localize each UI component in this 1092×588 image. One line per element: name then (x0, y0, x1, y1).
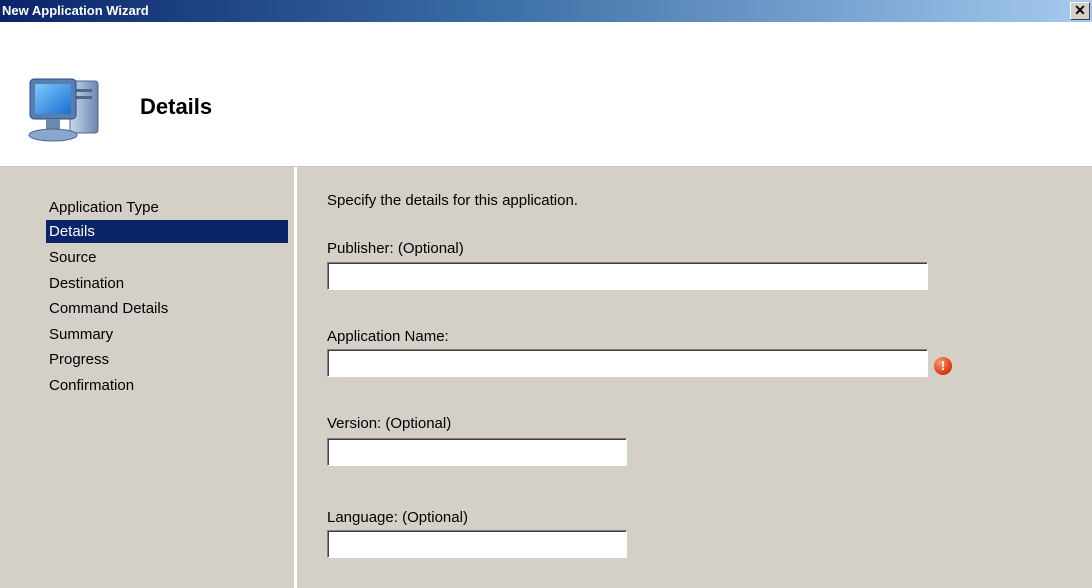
window-title: New Application Wizard (2, 3, 149, 18)
wizard-header: Details (0, 22, 1092, 167)
title-bar: New Application Wizard ✕ (0, 0, 1092, 22)
wizard-steps: Application Type Details Source Destinat… (10, 167, 297, 588)
step-application-type[interactable]: Application Type (46, 196, 288, 219)
computer-icon (28, 78, 99, 142)
version-label: Version: (Optional) (327, 415, 452, 432)
step-details[interactable]: Details (46, 220, 288, 243)
language-input[interactable] (327, 530, 627, 558)
page-title: Details (140, 94, 213, 119)
application-name-label: Application Name: (327, 328, 449, 345)
details-panel: Specify the details for this application… (300, 167, 1092, 588)
publisher-input[interactable] (327, 262, 928, 290)
close-icon: ✕ (1074, 2, 1086, 18)
application-name-input[interactable] (327, 349, 928, 377)
step-progress[interactable]: Progress (46, 348, 288, 371)
error-icon: ! (934, 357, 952, 375)
version-input[interactable] (327, 438, 627, 466)
step-summary[interactable]: Summary (46, 323, 288, 346)
step-destination[interactable]: Destination (46, 272, 288, 295)
step-command-details[interactable]: Command Details (46, 297, 288, 320)
language-label: Language: (Optional) (327, 509, 468, 526)
publisher-label: Publisher: (Optional) (327, 240, 464, 257)
intro-text: Specify the details for this application… (327, 192, 578, 209)
close-button[interactable]: ✕ (1070, 2, 1090, 20)
step-source[interactable]: Source (46, 246, 288, 269)
step-confirmation[interactable]: Confirmation (46, 374, 288, 397)
